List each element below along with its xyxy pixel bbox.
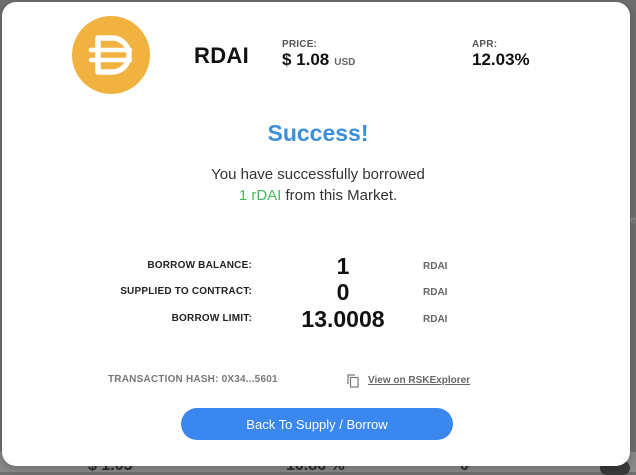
supplied-to-contract-unit: RDAI [423,287,448,298]
success-message-amount-line: 1 rDAI from this Market. [2,187,634,204]
price-value: $ 1.08 [282,50,330,69]
price-label: PRICE: [282,39,318,50]
background-side-fragment: e [630,215,636,226]
success-message-suffix: from this Market. [281,187,398,204]
borrow-balance-value: 1 [336,253,350,279]
apr-label: APR: [472,39,498,50]
success-title: Success! [267,120,369,146]
success-message: You have successfully borrowed [211,166,425,183]
borrow-limit-label: BORROW LIMIT: [171,313,252,324]
borrow-balance-unit: RDAI [423,261,448,272]
dai-logo-icon [72,16,150,94]
apr-value: 12.03% [472,50,530,69]
supplied-to-contract-value: 0 [336,279,350,305]
borrow-limit-value: 13.0008 [301,306,385,332]
back-to-supply-borrow-button[interactable]: Back To Supply / Borrow [181,408,453,440]
price-unit: USD [334,57,356,68]
transaction-hash: TRANSACTION HASH: 0X34...5601 [108,374,278,385]
token-name: RDAI [194,43,249,68]
copy-icon[interactable] [347,374,359,388]
borrow-success-modal: RDAI PRICE: $ 1.08 USD APR: 12.03% Succes… [2,2,630,466]
supplied-to-contract-label: SUPPLIED TO CONTRACT: [120,286,252,297]
rsk-explorer-link[interactable]: View on RSKExplorer [368,375,470,386]
borrowed-amount: 1 rDAI [238,187,282,204]
price-value-group: $ 1.08 USD [282,50,355,70]
borrow-balance-label: BORROW BALANCE: [147,260,252,271]
borrow-limit-unit: RDAI [423,314,448,325]
